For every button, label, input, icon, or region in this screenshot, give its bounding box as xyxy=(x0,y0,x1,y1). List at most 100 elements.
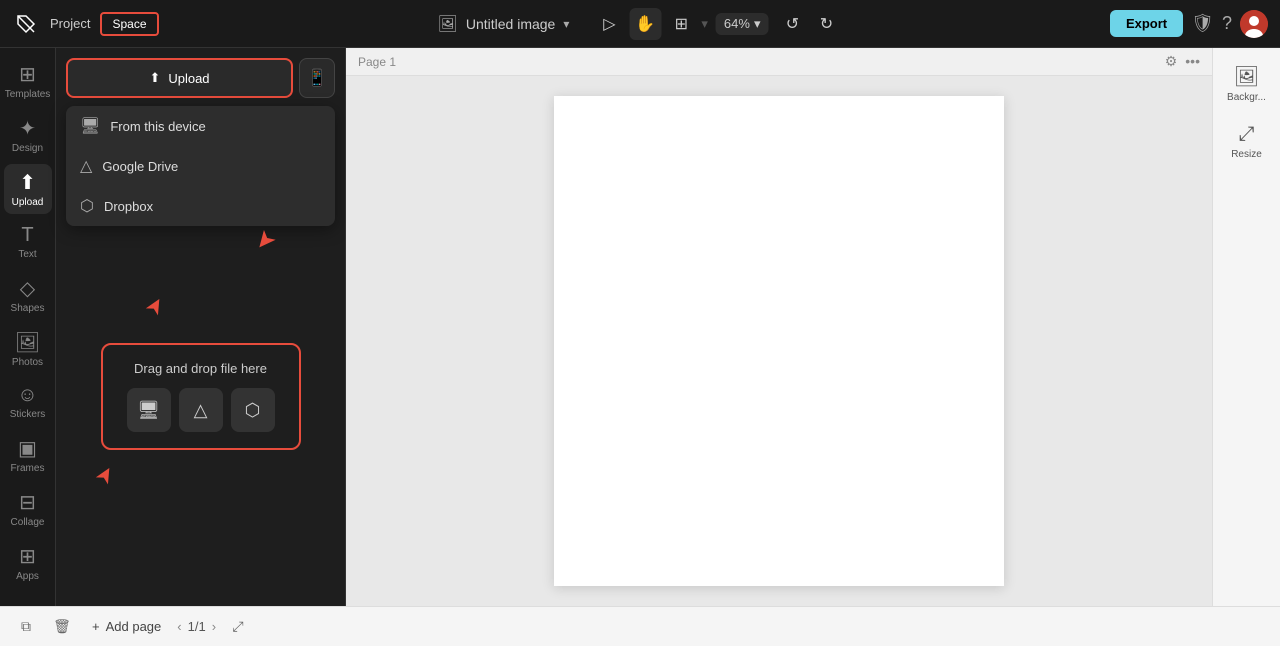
arrow-dnd: ➤ xyxy=(89,461,121,490)
project-label: Project xyxy=(50,16,90,31)
right-panel: 🖼 Backgr... ⤢ Resize xyxy=(1212,48,1280,606)
right-panel-background[interactable]: 🖼 Backgr... xyxy=(1218,56,1276,111)
resize-icon: ⤢ xyxy=(1239,123,1255,146)
page-canvas[interactable] xyxy=(554,96,1004,586)
text-icon: T xyxy=(21,224,33,247)
sidebar-item-stickers[interactable]: ☺ Stickers xyxy=(4,378,52,426)
zoom-chevron-icon: ▾ xyxy=(754,16,761,32)
dnd-cloud-icon: △ xyxy=(194,400,208,421)
upload-icon: ⬆ xyxy=(19,170,36,195)
sidebar-label-upload: Upload xyxy=(12,197,44,208)
upload-device-button[interactable]: 📱 xyxy=(299,58,335,98)
duplicate-page-button[interactable]: ⧉ xyxy=(12,613,40,641)
sidebar-item-text[interactable]: T Text xyxy=(4,218,52,266)
stickers-icon: ☺ xyxy=(17,384,37,407)
upload-cloud-icon: ⬆ xyxy=(149,70,160,86)
fit-page-button[interactable]: ⤢ xyxy=(224,613,252,641)
right-panel-resize[interactable]: ⤢ Resize xyxy=(1218,115,1276,168)
device-icon: 📱 xyxy=(307,68,327,88)
dropdown-label-gdrive: Google Drive xyxy=(102,159,178,174)
dnd-device-button[interactable]: 🖥 xyxy=(127,388,171,432)
dropdown-label-dropbox: Dropbox xyxy=(104,199,153,214)
delete-page-button[interactable]: 🗑 xyxy=(48,613,76,641)
sidebar-label-apps: Apps xyxy=(16,571,39,582)
dropdown-item-device[interactable]: 🖥 From this device xyxy=(66,106,335,146)
topbar: Project Space 🖼 Untitled image ▾ ▷ ✋ ⊞ ▾… xyxy=(0,0,1280,48)
shapes-icon: ◇ xyxy=(20,276,35,301)
sidebar-label-templates: Templates xyxy=(5,89,51,100)
sidebar-label-stickers: Stickers xyxy=(10,409,46,420)
sidebar-label-shapes: Shapes xyxy=(11,303,45,314)
undo-button[interactable]: ↺ xyxy=(776,8,808,40)
sidebar-item-shapes[interactable]: ◇ Shapes xyxy=(4,270,52,320)
next-page-button[interactable]: › xyxy=(212,619,216,634)
canvas-more-icon[interactable]: ••• xyxy=(1185,53,1200,70)
canvas-settings-icon[interactable]: ⚙ xyxy=(1165,53,1178,70)
photos-icon: 🖼 xyxy=(15,330,40,355)
layout-tool[interactable]: ⊞ xyxy=(665,8,697,40)
user-avatar[interactable] xyxy=(1240,10,1268,38)
design-icon: ✦ xyxy=(19,116,36,141)
upload-btn-label: Upload xyxy=(168,71,209,86)
redo-button[interactable]: ↻ xyxy=(810,8,842,40)
sidebar-item-upload[interactable]: ⬆ Upload xyxy=(4,164,52,214)
canvas-content xyxy=(346,76,1212,606)
sidebar-item-frames[interactable]: ▣ Frames xyxy=(4,430,52,480)
add-page-label: Add page xyxy=(106,619,162,634)
sidebar-label-text: Text xyxy=(18,249,36,260)
dnd-label: Drag and drop file here xyxy=(134,361,267,376)
templates-icon: ⊞ xyxy=(19,62,36,87)
icon-sidebar: ⊞ Templates ✦ Design ⬆ Upload T Text ◇ S… xyxy=(0,48,56,606)
sidebar-item-photos[interactable]: 🖼 Photos xyxy=(4,324,52,374)
collage-icon: ⊟ xyxy=(19,490,36,515)
shield-icon: 🛡 xyxy=(1191,13,1214,34)
page-label: Page 1 xyxy=(358,55,396,69)
sidebar-item-collage[interactable]: ⊟ Collage xyxy=(4,484,52,534)
zoom-control[interactable]: 64% ▾ xyxy=(716,13,769,35)
dnd-dropbox-button[interactable]: ⬡ xyxy=(231,388,275,432)
upload-btn-row: ⬆ Upload 📱 xyxy=(66,58,335,98)
add-page-icon: + xyxy=(92,619,100,634)
prev-page-button[interactable]: ‹ xyxy=(177,619,181,634)
background-label: Backgr... xyxy=(1227,92,1266,103)
doc-title: Untitled image xyxy=(466,16,556,32)
monitor-icon: 🖥 xyxy=(80,116,100,136)
dnd-icons-row: 🖥 △ ⬡ xyxy=(127,388,275,432)
upload-panel: ⬆ Upload 📱 🖥 From this device △ Google D… xyxy=(56,48,346,606)
doc-icon: 🖼 xyxy=(438,14,458,34)
hand-tool[interactable]: ✋ xyxy=(629,8,661,40)
dnd-cloud-button[interactable]: △ xyxy=(179,388,223,432)
main-content: ⊞ Templates ✦ Design ⬆ Upload T Text ◇ S… xyxy=(0,48,1280,606)
sidebar-label-photos: Photos xyxy=(12,357,43,368)
sidebar-label-design: Design xyxy=(12,143,43,154)
bottom-bar: ⧉ 🗑 + Add page ‹ 1/1 › ⤢ xyxy=(0,606,1280,646)
sidebar-label-collage: Collage xyxy=(11,517,45,528)
export-button[interactable]: Export xyxy=(1110,10,1183,37)
chevron-down-icon[interactable]: ▾ xyxy=(563,17,569,31)
background-icon: 🖼 xyxy=(1234,64,1259,89)
dropdown-item-dropbox[interactable]: ⬡ Dropbox xyxy=(66,186,335,226)
upload-main-button[interactable]: ⬆ Upload xyxy=(66,58,293,98)
dnd-device-icon: 🖥 xyxy=(137,400,160,421)
sidebar-item-design[interactable]: ✦ Design xyxy=(4,110,52,160)
sidebar-label-frames: Frames xyxy=(11,463,45,474)
help-icon: ? xyxy=(1222,13,1232,34)
dropbox-icon: ⬡ xyxy=(80,196,94,216)
dropdown-label-device: From this device xyxy=(110,119,205,134)
logo[interactable] xyxy=(12,10,40,38)
gdrive-icon: △ xyxy=(80,156,92,176)
sidebar-item-templates[interactable]: ⊞ Templates xyxy=(4,56,52,106)
sidebar-item-apps[interactable]: ⊞ Apps xyxy=(4,538,52,588)
dnd-dropbox-icon: ⬡ xyxy=(245,400,261,421)
apps-icon: ⊞ xyxy=(19,544,36,569)
zoom-level: 64% xyxy=(724,16,750,31)
arrow-upload-btn: ➤ xyxy=(139,292,171,321)
drag-drop-area[interactable]: Drag and drop file here 🖥 △ ⬡ xyxy=(101,343,301,450)
space-button[interactable]: Space xyxy=(100,12,158,36)
canvas-toolbar: Page 1 ⚙ ••• xyxy=(346,48,1212,76)
pointer-tool[interactable]: ▷ xyxy=(593,8,625,40)
arrow-from-device: ➤ xyxy=(247,223,282,257)
add-page-button[interactable]: + Add page xyxy=(84,615,169,638)
dropdown-item-gdrive[interactable]: △ Google Drive xyxy=(66,146,335,186)
sidebar-item-keyboard[interactable]: ⌨ xyxy=(4,596,52,606)
